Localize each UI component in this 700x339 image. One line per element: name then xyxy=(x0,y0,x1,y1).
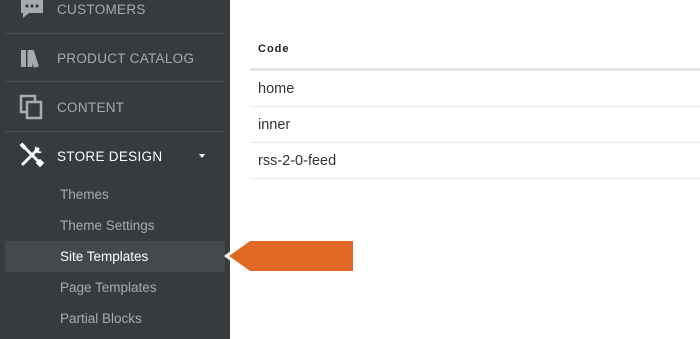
sub-item-themes[interactable]: Themes xyxy=(5,179,225,210)
table-row[interactable]: inner xyxy=(250,107,700,143)
sidebar-item-label: PRODUCT CATALOG xyxy=(57,50,195,66)
sub-item-partial-blocks[interactable]: Partial Blocks xyxy=(5,303,225,334)
tools-icon xyxy=(19,142,45,168)
table-row[interactable]: home xyxy=(250,71,700,107)
sub-item-label: Themes xyxy=(60,187,109,202)
callout-arrow xyxy=(224,238,356,274)
sub-item-label: Theme Settings xyxy=(60,218,155,233)
sub-item-label: Partial Blocks xyxy=(60,311,142,326)
copy-pages-icon xyxy=(19,94,43,120)
column-header-code[interactable]: Code xyxy=(250,30,700,71)
sidebar-item-customers[interactable]: CUSTOMERS xyxy=(0,0,230,33)
sub-item-page-templates[interactable]: Page Templates xyxy=(5,272,225,303)
sub-item-label: Site Templates xyxy=(60,249,149,264)
sidebar: CUSTOMERS PRODUCT CATALOG CONTENT STORE … xyxy=(0,0,230,339)
sidebar-item-label: CUSTOMERS xyxy=(57,1,146,17)
sub-item-site-templates[interactable]: Site Templates xyxy=(5,241,225,272)
sub-item-theme-settings[interactable]: Theme Settings xyxy=(5,210,225,241)
books-icon xyxy=(21,50,39,68)
table-row[interactable]: rss-2-0-feed xyxy=(250,143,700,179)
sidebar-item-store-design[interactable]: STORE DESIGN xyxy=(0,132,230,180)
templates-table: Code home inner rss-2-0-feed xyxy=(250,30,700,179)
divider xyxy=(5,81,225,82)
chat-bubble-icon xyxy=(21,0,43,18)
sidebar-item-label: STORE DESIGN xyxy=(57,148,163,164)
sub-item-label: Page Templates xyxy=(60,280,157,295)
caret-down-icon xyxy=(199,154,205,158)
sidebar-item-label: CONTENT xyxy=(57,99,125,115)
sidebar-item-product-catalog[interactable]: PRODUCT CATALOG xyxy=(0,34,230,82)
sidebar-item-content[interactable]: CONTENT xyxy=(0,83,230,131)
